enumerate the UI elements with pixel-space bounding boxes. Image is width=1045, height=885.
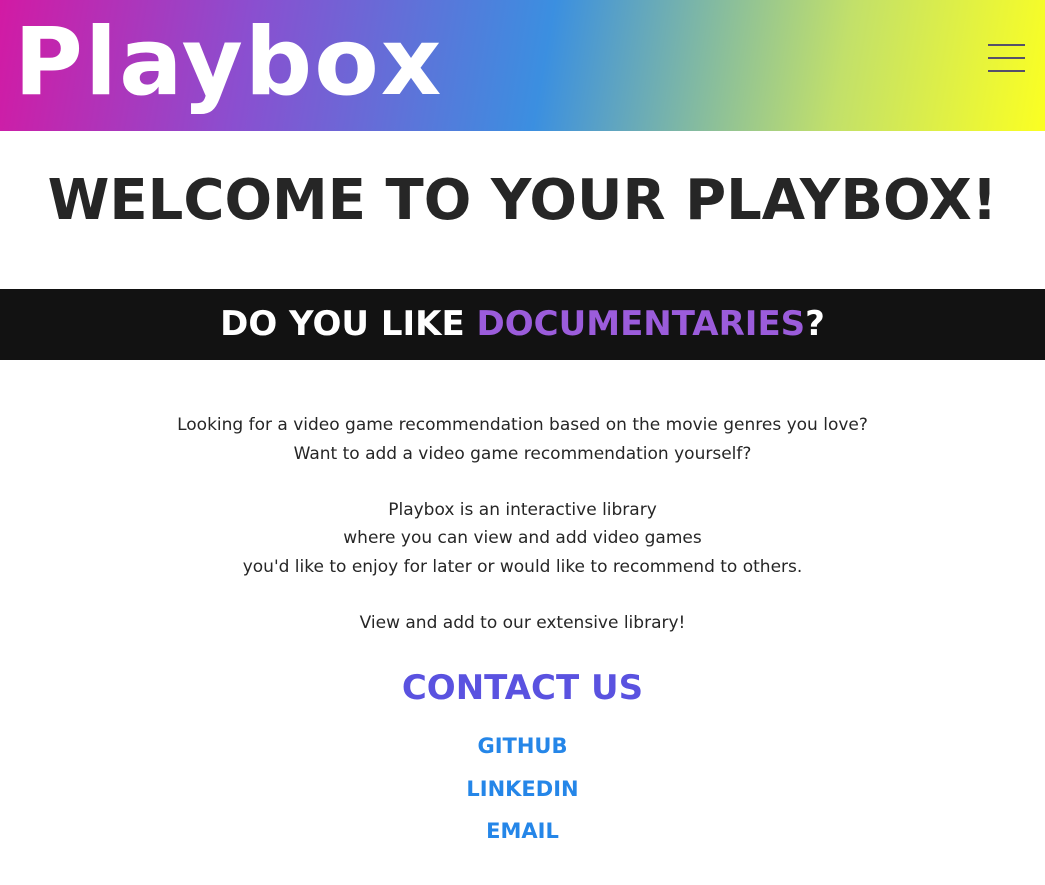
menu-bar-top (988, 44, 1025, 46)
email-link[interactable]: EMAIL (486, 819, 559, 843)
intro-line-3: Playbox is an interactive library (388, 500, 657, 520)
site-header: Playbox (0, 0, 1045, 131)
genre-question: DO YOU LIKE DOCUMENTARIES? (220, 304, 825, 344)
page-title: WELCOME TO YOUR PLAYBOX! (47, 168, 998, 233)
contact-link-row-linkedin: LINKEDIN (0, 774, 1045, 804)
menu-bar-middle (988, 57, 1025, 59)
intro-line-1: Looking for a video game recommendation … (177, 415, 868, 435)
intro-line-4: where you can view and add video games (343, 528, 702, 548)
contact-title: CONTACT US (401, 668, 644, 708)
contact-link-row-email: EMAIL (0, 816, 1045, 846)
contact-link-row-github: GITHUB (0, 731, 1045, 761)
genre-name: DOCUMENTARIES (476, 304, 806, 344)
github-link[interactable]: GITHUB (477, 734, 567, 758)
genre-banner: DO YOU LIKE DOCUMENTARIES? (0, 289, 1045, 360)
genre-question-suffix: ? (805, 304, 825, 344)
intro-line-6: View and add to our extensive library! (359, 613, 686, 633)
hamburger-menu-icon[interactable] (988, 44, 1026, 74)
genre-question-prefix: DO YOU LIKE (220, 304, 477, 344)
playbox-logo[interactable]: Playbox (14, 8, 443, 118)
menu-bar-bottom (988, 70, 1025, 72)
intro-line-5: you'd like to enjoy for later or would l… (242, 557, 803, 577)
linkedin-link[interactable]: LINKEDIN (466, 777, 578, 801)
intro-line-2: Want to add a video game recommendation … (293, 444, 752, 464)
